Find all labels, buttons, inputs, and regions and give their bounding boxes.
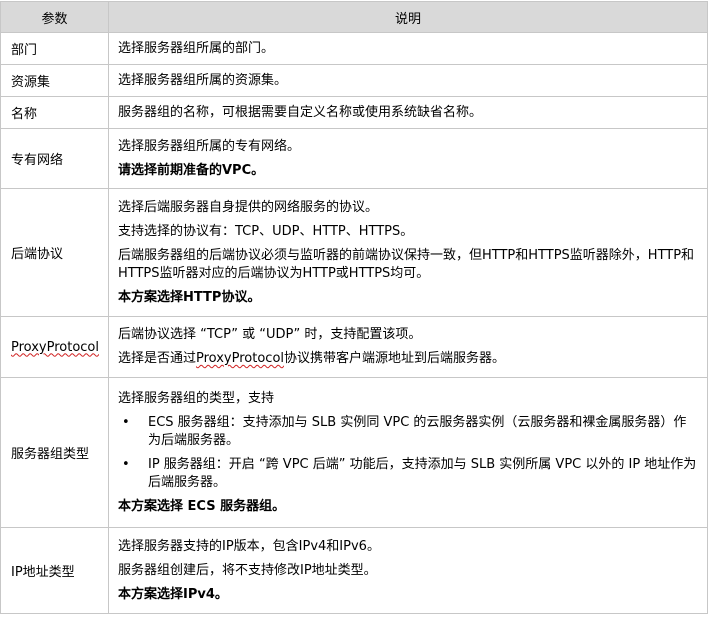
- header-desc: 说明: [108, 1, 708, 33]
- desc-text: 选择服务器组所属的专有网络。: [118, 138, 301, 154]
- desc-text-pre: 选择是否通过: [118, 351, 197, 366]
- desc-cell: 选择服务器组所属的资源集。: [108, 64, 708, 97]
- list-item-text: ECS 服务器组：支持添加与 SLB 实例同 VPC 的云服务器实例（云服务器和…: [148, 414, 687, 448]
- desc-text: 选择服务器组的类型，支持: [118, 390, 275, 406]
- table-row: 部门 选择服务器组所属的部门。: [0, 32, 708, 65]
- list-item-text: IP 服务器组：开启 “跨 VPC 后端” 功能后，支持添加与 SLB 实例所属…: [148, 456, 697, 490]
- desc-text-marked: ProxyProtocol: [196, 351, 285, 366]
- table-header-row: 参数 说明: [0, 1, 708, 33]
- table-row: 名称 服务器组的名称，可根据需要自定义名称或使用系统缺省名称。: [0, 96, 708, 129]
- desc-bold-note: 本方案选择HTTP协议。: [118, 289, 261, 305]
- list-item: • ECS 服务器组：支持添加与 SLB 实例同 VPC 的云服务器实例（云服务器…: [118, 414, 699, 450]
- desc-text: 选择后端服务器自身提供的网络服务的协议。: [118, 199, 379, 215]
- desc-cell: 选择服务器组所属的部门。: [108, 32, 708, 65]
- table-row: ProxyProtocol 后端协议选择 “TCP” 或 “UDP” 时，支持配…: [0, 316, 708, 378]
- param-cell: 服务器组类型: [0, 377, 109, 528]
- param-cell: 后端协议: [0, 188, 109, 317]
- param-cell: ProxyProtocol: [0, 316, 109, 378]
- desc-text: 服务器组的名称，可根据需要自定义名称或使用系统缺省名称。: [118, 104, 483, 120]
- param-cell: 专有网络: [0, 128, 109, 189]
- desc-cell: 选择服务器组的类型，支持 • ECS 服务器组：支持添加与 SLB 实例同 VPC…: [108, 377, 708, 528]
- desc-text-post: 协议携带客户端源地址到后端服务器。: [284, 351, 506, 366]
- desc-text: 后端协议选择 “TCP” 或 “UDP” 时，支持配置该项。: [118, 327, 422, 342]
- desc-text: 后端服务器组的后端协议必须与监听器的前端协议保持一致，但HTTP和HTTPS监听…: [118, 247, 695, 281]
- parameter-table: 参数 说明 部门 选择服务器组所属的部门。 资源集 选择服务器组所属的资源集。 …: [0, 1, 708, 614]
- header-param: 参数: [0, 1, 109, 33]
- param-cell: 资源集: [0, 64, 109, 97]
- desc-text-mixed: 选择是否通过ProxyProtocol协议携带客户端源地址到后端服务器。: [118, 350, 699, 368]
- desc-bold-note: 本方案选择IPv4。: [118, 586, 228, 602]
- desc-text: 支持选择的协议有：TCP、UDP、HTTP、HTTPS。: [118, 223, 414, 239]
- param-cell: IP地址类型: [0, 527, 109, 614]
- desc-bold-note: 请选择前期准备的VPC。: [118, 162, 265, 178]
- bullet-icon: •: [122, 456, 130, 472]
- table-row: 后端协议 选择后端服务器自身提供的网络服务的协议。 支持选择的协议有：TCP、U…: [0, 188, 708, 317]
- desc-cell: 选择后端服务器自身提供的网络服务的协议。 支持选择的协议有：TCP、UDP、HT…: [108, 188, 708, 317]
- list-item: • IP 服务器组：开启 “跨 VPC 后端” 功能后，支持添加与 SLB 实例所…: [118, 456, 699, 492]
- param-cell: 名称: [0, 96, 109, 129]
- param-text: ProxyProtocol: [11, 339, 99, 355]
- table-row: 资源集 选择服务器组所属的资源集。: [0, 64, 708, 97]
- param-cell: 部门: [0, 32, 109, 65]
- desc-cell: 服务器组的名称，可根据需要自定义名称或使用系统缺省名称。: [108, 96, 708, 129]
- table-row: IP地址类型 选择服务器支持的IP版本，包含IPv4和IPv6。 服务器组创建后…: [0, 527, 708, 614]
- desc-text: 服务器组创建后，将不支持修改IP地址类型。: [118, 562, 377, 578]
- desc-cell: 后端协议选择 “TCP” 或 “UDP” 时，支持配置该项。 选择是否通过Pro…: [108, 316, 708, 378]
- desc-text: 选择服务器支持的IP版本，包含IPv4和IPv6。: [118, 538, 380, 554]
- desc-text: 选择服务器组所属的部门。: [118, 40, 275, 56]
- desc-bold-note: 本方案选择 ECS 服务器组。: [118, 498, 286, 514]
- table-row: 服务器组类型 选择服务器组的类型，支持 • ECS 服务器组：支持添加与 SLB …: [0, 377, 708, 528]
- desc-cell: 选择服务器组所属的专有网络。 请选择前期准备的VPC。: [108, 128, 708, 189]
- desc-cell: 选择服务器支持的IP版本，包含IPv4和IPv6。 服务器组创建后，将不支持修改…: [108, 527, 708, 614]
- table-row: 专有网络 选择服务器组所属的专有网络。 请选择前期准备的VPC。: [0, 128, 708, 189]
- bullet-list: • ECS 服务器组：支持添加与 SLB 实例同 VPC 的云服务器实例（云服务器…: [118, 414, 699, 492]
- bullet-icon: •: [122, 414, 130, 430]
- desc-text: 选择服务器组所属的资源集。: [118, 72, 288, 88]
